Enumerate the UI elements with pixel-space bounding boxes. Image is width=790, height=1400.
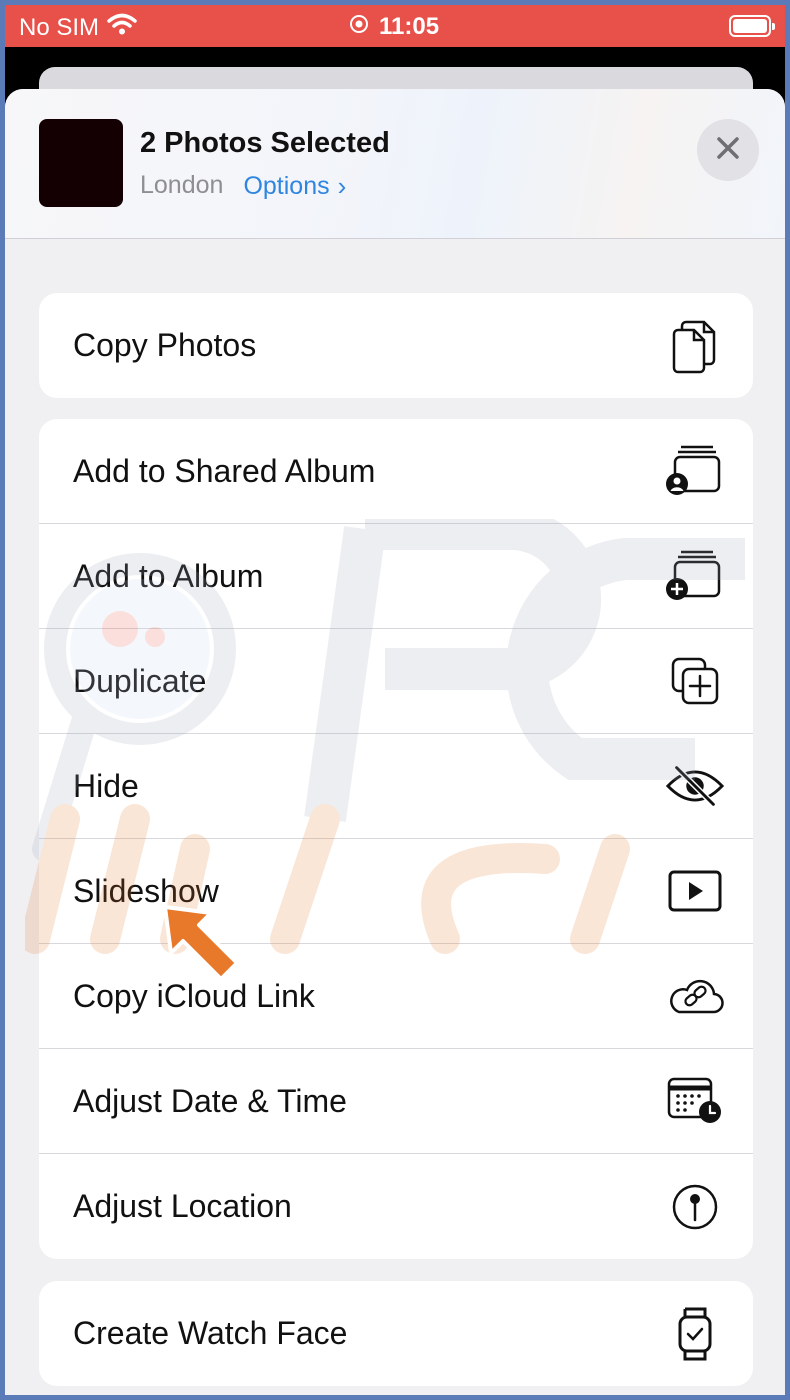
action-label: Duplicate (73, 662, 207, 699)
options-label: Options (243, 172, 330, 200)
action-label: Hide (73, 767, 139, 804)
phone-screen: No SIM 11:05 2 Photos Selected London Op… (5, 5, 785, 1395)
status-right (729, 15, 775, 37)
action-group-copy: Copy Photos (39, 293, 753, 398)
action-label: Adjust Location (73, 1188, 292, 1224)
close-button[interactable] (697, 119, 759, 181)
sheet-title: 2 Photos Selected (140, 127, 390, 159)
cloud-link-icon (665, 966, 725, 1026)
action-slideshow[interactable]: Slideshow (39, 839, 753, 944)
eye-slash-icon (665, 756, 725, 816)
carrier-label: No SIM (19, 13, 100, 41)
action-label: Add to Album (73, 557, 264, 594)
action-label: Adjust Date & Time (73, 1082, 347, 1119)
wifi-icon (107, 13, 137, 42)
action-adjust-location[interactable]: Adjust Location (39, 1154, 753, 1259)
add-album-icon (665, 546, 725, 606)
pointer-arrow (163, 905, 239, 981)
action-label: Add to Shared Album (73, 452, 376, 489)
action-copy-photos[interactable]: Copy Photos (39, 293, 753, 398)
action-add-to-shared-album[interactable]: Add to Shared Album (39, 419, 753, 524)
close-icon (715, 135, 741, 166)
action-label: Copy Photos (73, 327, 257, 363)
chevron-right-icon: › (337, 171, 347, 201)
shared-album-icon (665, 441, 725, 501)
play-rectangle-icon (665, 861, 725, 921)
options-link[interactable]: Options › (243, 171, 346, 202)
status-center: 11:05 (349, 13, 439, 41)
action-duplicate[interactable]: Duplicate (39, 629, 753, 734)
action-add-to-album[interactable]: Add to Album (39, 524, 753, 629)
action-copy-icloud-link[interactable]: Copy iCloud Link (39, 944, 753, 1049)
action-create-watch-face[interactable]: Create Watch Face (39, 1281, 753, 1386)
location-pin-icon (665, 1177, 725, 1237)
clock: 11:05 (379, 13, 440, 40)
copy-icon (665, 316, 725, 376)
location-label: London (140, 171, 224, 199)
battery-icon (729, 15, 775, 37)
orientation-lock-icon (349, 13, 369, 41)
action-group-main: Add to Shared Album Add to Album Duplica… (39, 419, 753, 1259)
sheet-subtitle: London Options › (140, 171, 346, 202)
action-group-watch: Create Watch Face (39, 1281, 753, 1386)
status-left: No SIM (19, 13, 137, 42)
watch-icon (665, 1304, 725, 1364)
sheet-header: 2 Photos Selected London Options › (5, 89, 785, 239)
action-adjust-date-time[interactable]: Adjust Date & Time (39, 1049, 753, 1154)
share-sheet: 2 Photos Selected London Options › Copy … (5, 89, 785, 1395)
status-bar: No SIM 11:05 (5, 5, 785, 47)
photo-thumbnail (39, 119, 123, 207)
calendar-clock-icon (665, 1071, 725, 1131)
action-label: Create Watch Face (73, 1315, 348, 1351)
duplicate-icon (665, 651, 725, 711)
action-hide[interactable]: Hide (39, 734, 753, 839)
